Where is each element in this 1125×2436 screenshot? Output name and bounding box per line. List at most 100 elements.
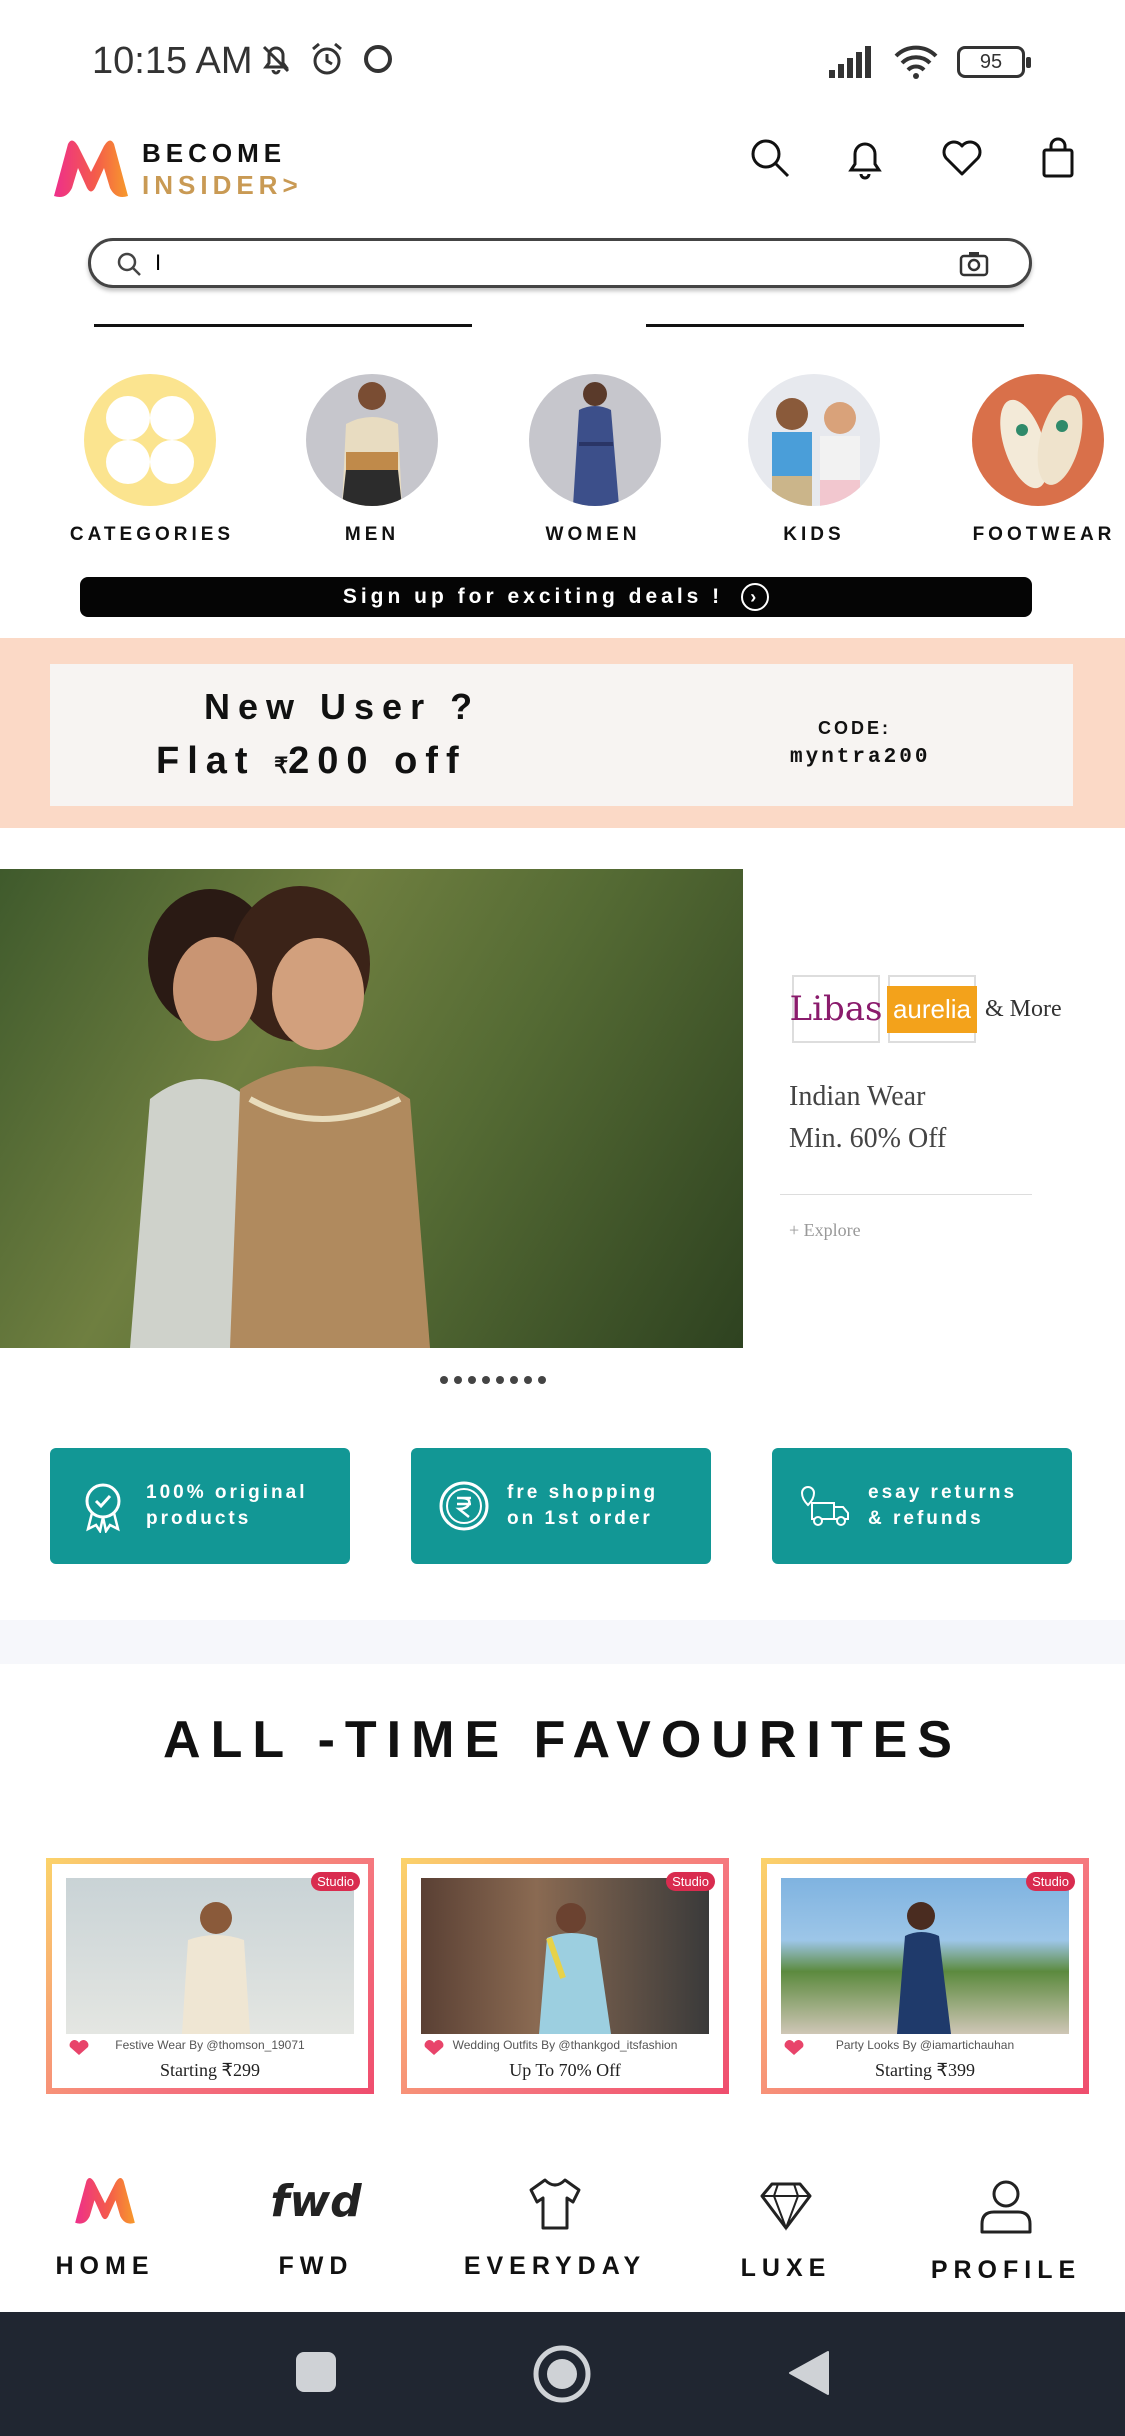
tab-indicator-right bbox=[646, 324, 1024, 327]
mute-bell-icon bbox=[262, 45, 290, 75]
alarm-icon bbox=[312, 42, 342, 75]
feature-line1: esay returns bbox=[868, 1482, 1018, 1503]
myntra-logo-icon[interactable] bbox=[50, 138, 132, 200]
system-navigation-bar bbox=[0, 2312, 1125, 2436]
nav-label: FWD bbox=[278, 2252, 354, 2280]
category-circle-footwear[interactable] bbox=[972, 374, 1104, 506]
promo-offer-amount: 200 off bbox=[288, 740, 467, 782]
favourite-card-party[interactable]: Studio Party Looks By @iamartichauhan St… bbox=[761, 1858, 1089, 2094]
category-circle-men[interactable] bbox=[306, 374, 438, 506]
section-separator bbox=[0, 1620, 1125, 1664]
become-insider-line1[interactable]: BECOME bbox=[142, 138, 286, 169]
feature-line2: on 1st order bbox=[507, 1508, 653, 1529]
insider-arrow: > bbox=[282, 170, 303, 200]
nav-label: PROFILE bbox=[930, 2256, 1082, 2284]
category-label-women[interactable]: WOMEN bbox=[483, 524, 703, 546]
search-icon[interactable] bbox=[748, 136, 792, 180]
camera-icon[interactable] bbox=[959, 250, 989, 278]
carousel-dot[interactable] bbox=[510, 1376, 518, 1384]
brand-logo-aurelia[interactable]: aurelia bbox=[886, 975, 978, 1043]
favourite-photo bbox=[66, 1878, 354, 2034]
nav-luxe[interactable]: LUXE bbox=[686, 2176, 886, 2283]
nav-everyday[interactable]: EVERYDAY bbox=[455, 2176, 655, 2281]
battery-icon: 95 bbox=[957, 46, 1031, 78]
studio-badge: Studio bbox=[666, 1872, 715, 1891]
favourite-caption: Party Looks By @iamartichauhan bbox=[835, 2038, 1015, 2052]
svg-text:fwd: fwd bbox=[270, 2176, 362, 2226]
hero-title-line2: Min. 60% Off bbox=[789, 1123, 947, 1154]
tab-indicator-left bbox=[94, 324, 472, 327]
studio-badge: Studio bbox=[311, 1872, 360, 1891]
back-button[interactable] bbox=[786, 2348, 832, 2398]
home-button[interactable] bbox=[532, 2344, 592, 2404]
carousel-dot[interactable] bbox=[496, 1376, 504, 1384]
category-label-men[interactable]: MEN bbox=[262, 524, 482, 546]
studio-badge: Studio bbox=[1026, 1872, 1075, 1891]
category-circle-kids[interactable] bbox=[748, 374, 880, 506]
favourite-card-wedding[interactable]: Studio Wedding Outfits By @thankgod_itsf… bbox=[401, 1858, 729, 2094]
favourite-caption: Wedding Outfits By @thankgod_itsfashion bbox=[452, 2038, 678, 2052]
signal-icon bbox=[829, 46, 871, 78]
wifi-icon bbox=[894, 45, 938, 79]
men-model-image bbox=[342, 382, 402, 506]
festive-model-image bbox=[182, 1902, 250, 2034]
nav-label: HOME bbox=[55, 2252, 155, 2280]
favourite-photo bbox=[421, 1878, 709, 2034]
search-field-icon bbox=[117, 252, 141, 276]
carousel-dot[interactable] bbox=[468, 1376, 476, 1384]
rupee-symbol: ₹ bbox=[274, 753, 289, 778]
nav-fwd[interactable]: fwd FWD bbox=[216, 2176, 416, 2281]
hero-explore-link[interactable]: + Explore bbox=[789, 1220, 861, 1241]
favourites-heading: ALL -TIME FAVOURITES bbox=[163, 1711, 962, 1769]
favourite-price: Starting ₹399 bbox=[875, 2060, 975, 2080]
hero-and-more: & More bbox=[985, 996, 1062, 1022]
hero-title: Indian Wear Min. 60% Off bbox=[789, 1076, 1069, 1160]
search-input[interactable] bbox=[155, 247, 955, 279]
promo-code-label: CODE: bbox=[818, 718, 891, 738]
wedding-model-image bbox=[539, 1903, 611, 2034]
nav-label: LUXE bbox=[740, 2254, 832, 2282]
favourite-caption: Festive Wear By @thomson_19071 bbox=[115, 2038, 305, 2052]
bag-icon[interactable] bbox=[1036, 136, 1080, 180]
hero-banner-image[interactable] bbox=[0, 869, 743, 1348]
search-bar[interactable] bbox=[88, 238, 1032, 288]
tshirt-icon bbox=[529, 2178, 581, 2230]
circle-icon bbox=[364, 45, 392, 73]
signup-deals-button[interactable]: Sign up for exciting deals ! › bbox=[80, 577, 1032, 617]
brand-logo-libas[interactable]: Libas bbox=[790, 975, 882, 1043]
categories-grid-icon bbox=[106, 396, 194, 484]
promo-headline: New User ? bbox=[204, 686, 481, 727]
carousel-dots[interactable] bbox=[440, 1376, 546, 1384]
insider-text: INSIDER bbox=[142, 170, 283, 200]
category-label-kids[interactable]: KIDS bbox=[704, 524, 924, 546]
feature-text: esay returns & refunds bbox=[868, 1480, 1017, 1532]
category-label-footwear[interactable]: FOOTWEAR bbox=[934, 524, 1125, 546]
carousel-dot[interactable] bbox=[482, 1376, 490, 1384]
category-circle-women[interactable] bbox=[529, 374, 661, 506]
carousel-dot[interactable] bbox=[524, 1376, 532, 1384]
women-model-image bbox=[573, 382, 619, 506]
carousel-dot[interactable] bbox=[538, 1376, 546, 1384]
bell-icon[interactable] bbox=[843, 136, 887, 180]
carousel-dot[interactable] bbox=[454, 1376, 462, 1384]
footwear-image bbox=[1000, 395, 1083, 489]
feature-line2: & refunds bbox=[868, 1508, 984, 1529]
become-insider-line2[interactable]: INSIDER> bbox=[142, 170, 303, 201]
nav-home[interactable]: HOME bbox=[5, 2176, 205, 2281]
recents-button[interactable] bbox=[294, 2350, 338, 2394]
heart-icon[interactable] bbox=[940, 136, 984, 180]
feature-free-shopping[interactable]: fre shopping on 1st order bbox=[411, 1448, 711, 1564]
favourite-price: Up To 70% Off bbox=[509, 2060, 621, 2080]
nav-profile[interactable]: PROFILE bbox=[906, 2176, 1106, 2285]
feature-original-products[interactable]: 100% original products bbox=[50, 1448, 350, 1564]
favourite-card-festive[interactable]: Studio Festive Wear By @thomson_19071 St… bbox=[46, 1858, 374, 2094]
hero-models-image bbox=[130, 886, 430, 1348]
favourite-card-inner: Studio Wedding Outfits By @thankgod_itsf… bbox=[407, 1864, 723, 2088]
status-left-icons bbox=[258, 40, 396, 78]
carousel-dot[interactable] bbox=[440, 1376, 448, 1384]
category-label-categories[interactable]: CATEGORIES bbox=[42, 524, 262, 546]
category-circle-categories[interactable] bbox=[84, 374, 216, 506]
promo-code-value[interactable]: myntra200 bbox=[790, 746, 930, 769]
feature-text: fre shopping on 1st order bbox=[507, 1480, 658, 1532]
feature-easy-returns[interactable]: esay returns & refunds bbox=[772, 1448, 1072, 1564]
